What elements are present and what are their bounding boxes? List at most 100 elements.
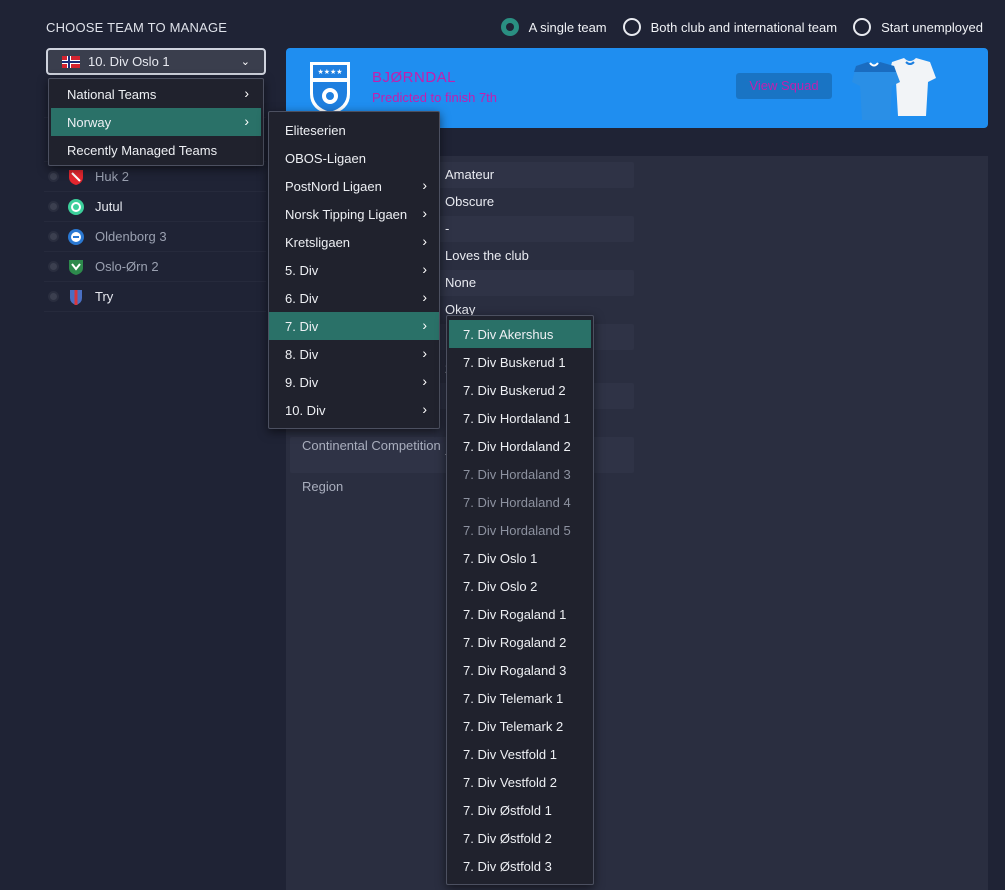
team-name: Oslo-Ørn 2 — [95, 259, 159, 274]
menu-item-label: 7. Div Hordaland 5 — [463, 522, 571, 538]
menu-item-kretsligaen[interactable]: Kretsligaen › — [269, 228, 439, 256]
menu-item-recently-managed[interactable]: Recently Managed Teams — [51, 136, 261, 164]
mode-single-team[interactable]: A single team — [500, 18, 607, 36]
menu-item-7-div[interactable]: 7. Div › — [269, 312, 439, 340]
chevron-down-icon: ⌄ — [240, 56, 250, 68]
radio-dot-icon[interactable] — [48, 261, 59, 272]
menu-item-7-div-hordaland-3: 7. Div Hordaland 3 — [447, 460, 593, 488]
menu-item-7-div-telemark-1[interactable]: 7. Div Telemark 1 — [447, 684, 593, 712]
menu-item-label: 7. Div Akershus — [463, 326, 554, 342]
radio-dot-icon[interactable] — [48, 291, 59, 302]
menu-item-7-div-buskerud-1[interactable]: 7. Div Buskerud 1 — [447, 348, 593, 376]
league-menu: Eliteserien OBOS-Ligaen PostNord Ligaen › No… — [268, 111, 440, 429]
team-select-dropdown[interactable]: 10. Div Oslo 1 ⌄ — [46, 48, 266, 75]
radio-dot-icon[interactable] — [48, 201, 59, 212]
menu-item-7-div-vestfold-1[interactable]: 7. Div Vestfold 1 — [447, 740, 593, 768]
team-name: Try — [95, 289, 114, 304]
chevron-right-icon: › — [244, 113, 249, 129]
team-name: Jutul — [95, 199, 123, 214]
menu-item-label: 7. Div — [285, 318, 319, 334]
team-row[interactable]: Oldenborg 3 — [44, 222, 266, 252]
mode-start-unemployed[interactable]: Start unemployed — [853, 18, 983, 36]
region-label: Region — [302, 479, 344, 494]
menu-item-7-div-telemark-2[interactable]: 7. Div Telemark 2 — [447, 712, 593, 740]
menu-item-label: 7. Div Hordaland 4 — [463, 494, 571, 510]
menu-item-label: PostNord Ligaen — [285, 178, 382, 194]
club-crest-icon: ★★★★ — [310, 62, 350, 115]
blue-red-shield-crest-icon — [70, 289, 82, 305]
menu-item-7-div-oslo-1[interactable]: 7. Div Oslo 1 — [447, 544, 593, 572]
menu-item-7-div-hordaland-2[interactable]: 7. Div Hordaland 2 — [447, 432, 593, 460]
radio-selected-icon[interactable] — [500, 18, 519, 36]
radio-unselected-icon[interactable] — [622, 18, 641, 36]
menu-item-label: 7. Div Buskerud 2 — [463, 382, 566, 398]
menu-item-label: Recently Managed Teams — [67, 142, 218, 158]
chevron-right-icon: › — [244, 85, 249, 101]
team-row[interactable]: Huk 2 — [44, 162, 266, 192]
view-squad-button[interactable]: View Squad — [736, 73, 832, 99]
detail-value: None — [445, 275, 477, 290]
menu-item-label: 7. Div Oslo 2 — [463, 578, 538, 594]
detail-value: Obscure — [445, 194, 495, 209]
menu-item-label: 7. Div Telemark 1 — [463, 690, 564, 706]
team-row[interactable]: Jutul — [44, 192, 266, 222]
menu-item-postnord-ligaen[interactable]: PostNord Ligaen › — [269, 172, 439, 200]
detail-value: - — [445, 221, 450, 236]
manage-mode-options: A single team Both club and internationa… — [500, 18, 983, 36]
menu-item-7-div-hordaland-1[interactable]: 7. Div Hordaland 1 — [447, 404, 593, 432]
teal-circle-crest-icon — [68, 198, 84, 215]
menu-item-norway[interactable]: Norway › — [51, 108, 261, 136]
menu-item-7-div-vestfold-2[interactable]: 7. Div Vestfold 2 — [447, 768, 593, 796]
menu-item-5-div[interactable]: 5. Div › — [269, 256, 439, 284]
svg-text:★★★★: ★★★★ — [317, 68, 342, 76]
menu-item-label: 7. Div Østfold 2 — [463, 830, 552, 846]
team-row[interactable]: Oslo-Ørn 2 — [44, 252, 266, 282]
continental-competition-label: Continental Competition — [302, 438, 441, 453]
menu-item-label: Norsk Tipping Ligaen — [285, 206, 408, 222]
menu-item-label: 7. Div Rogaland 1 — [463, 606, 567, 622]
menu-item-7-div-akershus[interactable]: 7. Div Akershus — [449, 320, 591, 348]
radio-dot-icon[interactable] — [48, 231, 59, 242]
menu-item-label: 7. Div Rogaland 2 — [463, 634, 567, 650]
menu-item-label: Norway — [67, 114, 112, 130]
menu-item-7-div-stfold-1[interactable]: 7. Div Østfold 1 — [447, 796, 593, 824]
chevron-right-icon: › — [422, 345, 427, 361]
menu-item-10-div[interactable]: 10. Div › — [269, 396, 439, 424]
menu-item-7-div-buskerud-2[interactable]: 7. Div Buskerud 2 — [447, 376, 593, 404]
green-eagle-crest-icon — [69, 259, 83, 275]
menu-item-eliteserien[interactable]: Eliteserien — [269, 116, 439, 144]
chevron-right-icon: › — [422, 317, 427, 333]
team-row[interactable]: Try — [44, 282, 266, 312]
menu-item-7-div-stfold-3[interactable]: 7. Div Østfold 3 — [447, 852, 593, 880]
menu-item-9-div[interactable]: 9. Div › — [269, 368, 439, 396]
menu-item-obos-ligaen[interactable]: OBOS-Ligaen — [269, 144, 439, 172]
menu-item-label: 10. Div — [285, 402, 326, 418]
detail-value: Loves the club — [445, 248, 529, 263]
club-kits-icon — [852, 58, 936, 120]
menu-item-label: National Teams — [67, 86, 157, 102]
menu-item-label: Eliteserien — [285, 122, 346, 138]
menu-item-label: 7. Div Hordaland 3 — [463, 466, 571, 482]
chevron-right-icon: › — [422, 177, 427, 193]
menu-item-national-teams[interactable]: National Teams › — [51, 80, 261, 108]
team-name: Oldenborg 3 — [95, 229, 167, 244]
radio-dot-icon[interactable] — [48, 171, 59, 182]
menu-item-7-div-rogaland-1[interactable]: 7. Div Rogaland 1 — [447, 600, 593, 628]
menu-item-label: 7. Div Telemark 2 — [463, 718, 564, 734]
menu-item-label: 7. Div Hordaland 1 — [463, 410, 571, 426]
mode-club-and-international[interactable]: Both club and international team — [622, 18, 837, 36]
menu-item-7-div-rogaland-2[interactable]: 7. Div Rogaland 2 — [447, 628, 593, 656]
menu-item-7-div-oslo-2[interactable]: 7. Div Oslo 2 — [447, 572, 593, 600]
menu-item-7-div-stfold-2[interactable]: 7. Div Østfold 2 — [447, 824, 593, 852]
radio-unselected-icon[interactable] — [853, 18, 872, 36]
menu-item-label: OBOS-Ligaen — [285, 150, 366, 166]
menu-item-6-div[interactable]: 6. Div › — [269, 284, 439, 312]
team-name: Huk 2 — [95, 169, 129, 184]
menu-item-label: 7. Div Buskerud 1 — [463, 354, 566, 370]
menu-item-7-div-rogaland-3[interactable]: 7. Div Rogaland 3 — [447, 656, 593, 684]
nation-menu: National Teams › Norway › Recently Manag… — [48, 78, 264, 166]
menu-item-8-div[interactable]: 8. Div › — [269, 340, 439, 368]
menu-item-norsk-tipping-ligaen[interactable]: Norsk Tipping Ligaen › — [269, 200, 439, 228]
menu-item-label: 7. Div Oslo 1 — [463, 550, 538, 566]
menu-item-label: 6. Div — [285, 290, 319, 306]
